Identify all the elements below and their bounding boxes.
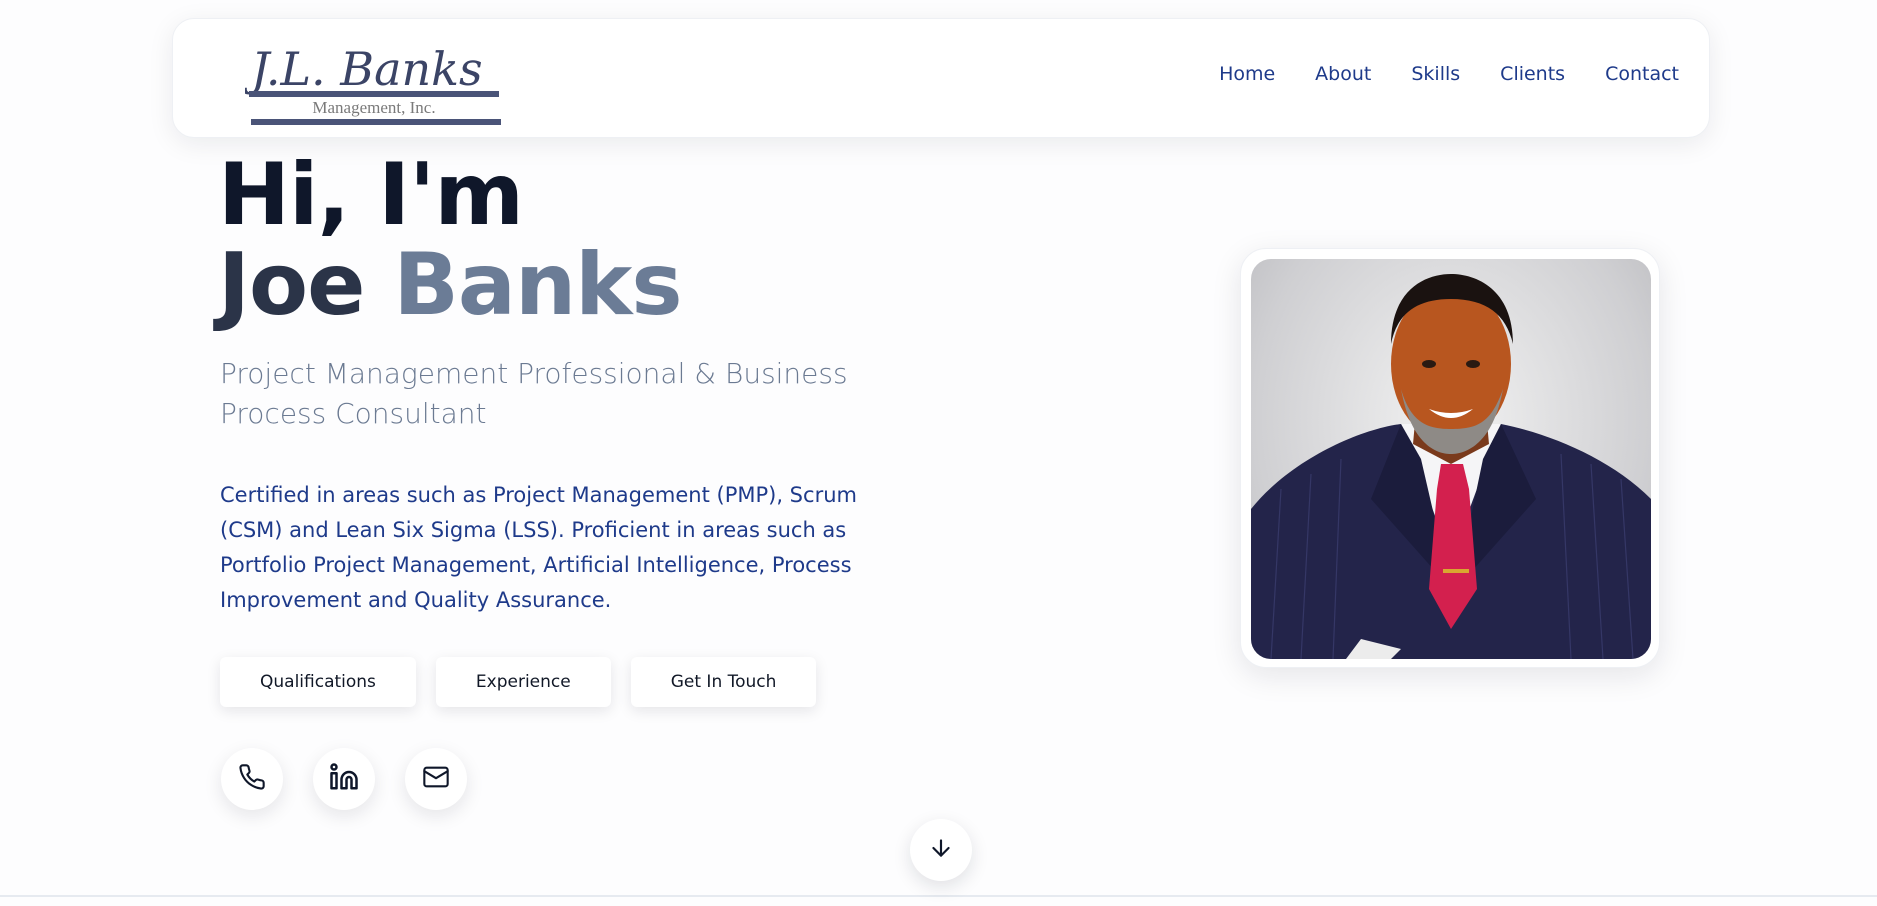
nav-contact-link[interactable]: Contact — [1605, 63, 1679, 85]
profile-photo-frame — [1240, 248, 1660, 668]
hero-first-name: Joe — [218, 235, 365, 335]
scroll-down-button[interactable] — [910, 819, 972, 881]
get-in-touch-button[interactable]: Get In Touch — [630, 657, 817, 707]
main-nav: Home About Skills Clients Contact — [1219, 63, 1679, 85]
qualifications-button[interactable]: Qualifications — [220, 657, 416, 707]
profile-photo — [1251, 259, 1651, 659]
nav-skills-link[interactable]: Skills — [1411, 63, 1460, 85]
hero-name: Joe Banks — [218, 240, 683, 330]
section-divider — [0, 895, 1877, 897]
company-logo[interactable]: J.L. Banks Management, Inc. — [243, 33, 505, 125]
linkedin-button[interactable] — [313, 748, 375, 810]
experience-button[interactable]: Experience — [435, 657, 611, 707]
email-button[interactable] — [405, 748, 467, 810]
hero-description: Certified in areas such as Project Manag… — [220, 483, 857, 612]
phone-button[interactable] — [221, 748, 283, 810]
linkedin-icon — [329, 762, 359, 796]
nav-about-link[interactable]: About — [1315, 63, 1371, 85]
mail-icon — [422, 763, 450, 795]
svg-text:Management, Inc.: Management, Inc. — [312, 98, 435, 117]
hero-subtitle: Project Management Professional & Busine… — [220, 357, 848, 430]
hero-last-name: Banks — [393, 235, 682, 335]
arrow-down-icon — [928, 835, 954, 865]
phone-icon — [238, 763, 266, 795]
nav-clients-link[interactable]: Clients — [1500, 63, 1565, 85]
site-header: J.L. Banks Management, Inc. Home About S… — [172, 18, 1710, 138]
svg-text:J.L. Banks: J.L. Banks — [245, 42, 483, 96]
nav-home-link[interactable]: Home — [1219, 63, 1275, 85]
hero-heading: Hi, I'm Joe Banks — [218, 145, 683, 330]
hero-greeting: Hi, I'm — [218, 145, 524, 245]
hero-buttons: Qualifications Experience Get In Touch — [220, 657, 817, 707]
social-links — [221, 748, 467, 810]
